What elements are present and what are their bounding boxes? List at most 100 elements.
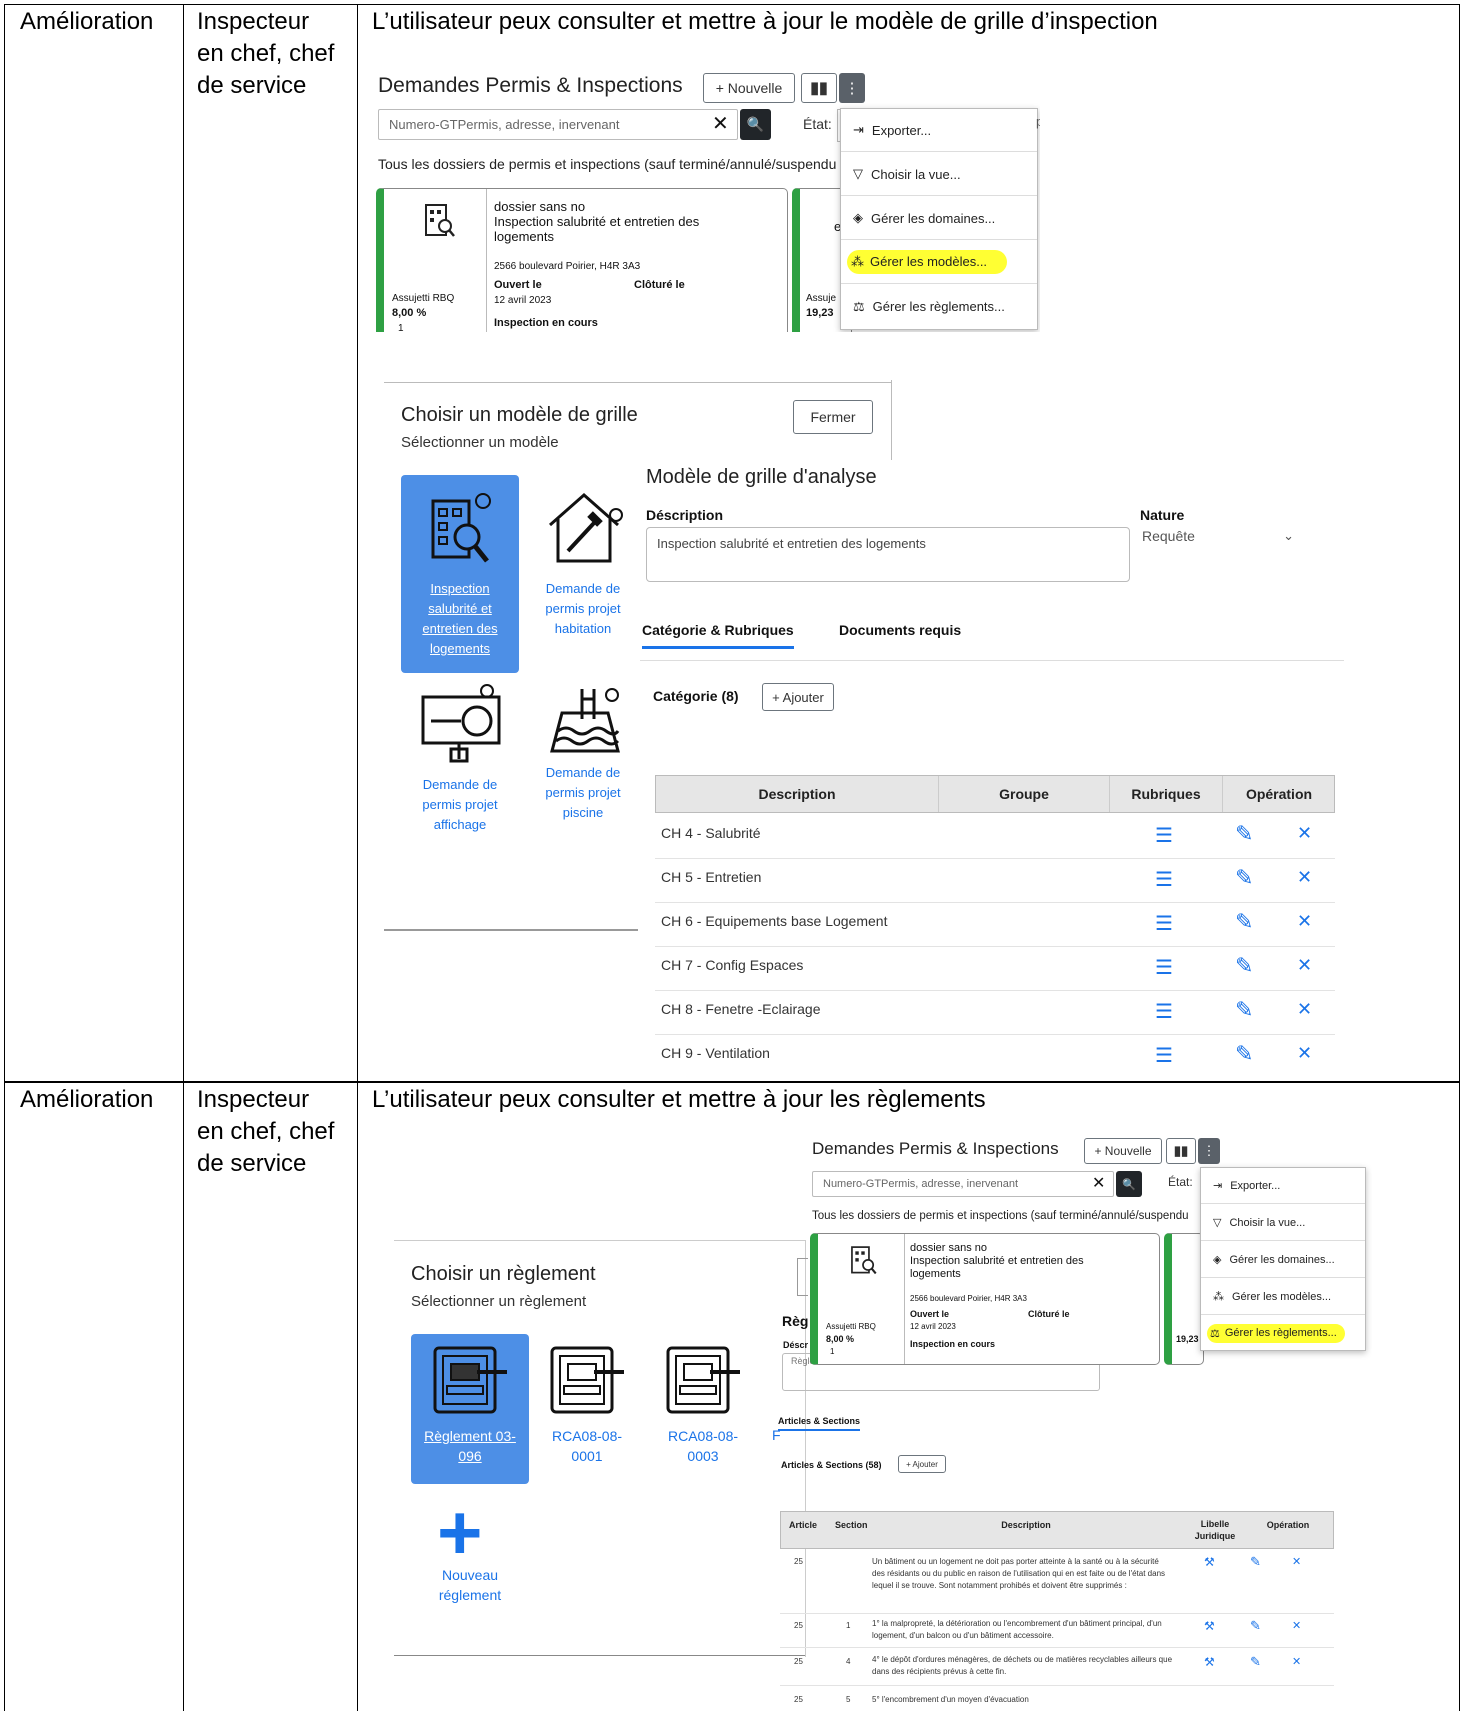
articles-table-header: Article Section Description Libelle Juri… xyxy=(780,1511,1334,1549)
menu-models[interactable]: ⁂ Gérer les modèles... xyxy=(1201,1279,1365,1315)
menu-models[interactable]: ⁂ Gérer les modèles... xyxy=(841,241,1037,284)
nature-select[interactable]: Requête ⌄ xyxy=(1142,528,1302,552)
list-icon[interactable]: ☰ xyxy=(1155,999,1173,1024)
menu-domains[interactable]: ◈ Gérer les domaines... xyxy=(841,197,1037,240)
menu-rules[interactable]: ⚖ Gérer les règlements... xyxy=(1201,1316,1365,1350)
add-article-button[interactable]: + Ajouter xyxy=(898,1455,946,1473)
edit-icon[interactable]: ✎ xyxy=(1235,909,1253,935)
delete-icon[interactable]: ✕ xyxy=(1297,955,1312,976)
model-tile-inspection[interactable]: Inspection salubrité et entretien des lo… xyxy=(401,475,519,673)
edit-icon[interactable]: ✎ xyxy=(1235,997,1253,1023)
export-icon: ⇥ xyxy=(853,122,864,137)
edit-icon[interactable]: ✎ xyxy=(1250,1655,1261,1668)
more-button[interactable]: ⋮ xyxy=(1198,1138,1220,1164)
gavel-icon[interactable]: ⚒ xyxy=(1204,1556,1215,1568)
tabs-divider xyxy=(640,660,1344,661)
model-tile-piscine[interactable]: Demande de permis projet piscine xyxy=(524,683,642,863)
row1-role-line: en chef, chef xyxy=(197,40,335,67)
row-text: 5° l'encombrement d'un moyen d'évacuatio… xyxy=(872,1695,1029,1704)
menu-export[interactable]: ⇥ Exporter... xyxy=(1201,1168,1365,1204)
delete-icon[interactable]: ✕ xyxy=(1297,867,1312,888)
edit-icon[interactable]: ✎ xyxy=(1250,1555,1261,1568)
reg-tile-03-096[interactable]: Règlement 03- 096 xyxy=(411,1334,529,1484)
row-text: 4° le dépôt d'ordures ménagères, de déch… xyxy=(872,1655,1173,1676)
delete-icon[interactable]: ✕ xyxy=(1292,1556,1301,1568)
row1-type: Amélioration xyxy=(20,8,154,35)
tile-label-line: permis projet xyxy=(422,797,498,812)
building-search-icon xyxy=(423,489,497,574)
tab-category[interactable]: Catégorie & Rubriques xyxy=(642,622,794,649)
card-address: 2566 boulevard Poirier, H4R 3A3 xyxy=(494,261,641,272)
delete-icon[interactable]: ✕ xyxy=(1297,823,1312,844)
screenshot-app-header-1: Demandes Permis & Inspections + Nouvelle… xyxy=(372,62,1040,332)
search-input[interactable]: Numero-GTPermis, adresse, inervenant xyxy=(378,109,738,140)
row-description: CH 8 - Fenetre -Eclairage xyxy=(661,1001,821,1017)
layers-icon: ◈ xyxy=(1213,1254,1222,1266)
map-button[interactable]: ▮▮ xyxy=(1166,1138,1196,1164)
menu-domains[interactable]: ◈ Gérer les domaines... xyxy=(1201,1242,1365,1278)
clear-search-icon[interactable]: ✕ xyxy=(712,109,729,140)
list-icon[interactable]: ☰ xyxy=(1155,955,1173,980)
edit-icon[interactable]: ✎ xyxy=(1235,865,1253,891)
list-icon[interactable]: ☰ xyxy=(1155,867,1173,892)
list-icon[interactable]: ☰ xyxy=(1155,1043,1173,1068)
house-hammer-icon xyxy=(546,489,624,574)
edit-icon[interactable]: ✎ xyxy=(1235,953,1253,979)
dossier-card-partial[interactable]: 19,23 xyxy=(1164,1233,1204,1365)
map-button[interactable]: ▮▮ xyxy=(801,73,837,103)
tab-articles[interactable]: Articles & Sections xyxy=(778,1416,861,1431)
list-icon[interactable]: ☰ xyxy=(1155,823,1173,848)
edit-icon[interactable]: ✎ xyxy=(1250,1619,1261,1632)
row2-description: L’utilisateur peux consulter et mettre à… xyxy=(372,1086,986,1113)
edit-icon[interactable]: ✎ xyxy=(1235,821,1253,847)
list-icon[interactable]: ☰ xyxy=(1155,911,1173,936)
gavel-book-icon xyxy=(431,1344,511,1425)
tile-label-line: habitation xyxy=(554,621,612,636)
clear-search-icon[interactable]: ✕ xyxy=(1092,1171,1105,1197)
reg-tile-rca-0001[interactable]: RCA08-08- 0001 xyxy=(534,1334,640,1484)
menu-rules-highlight: ⚖ Gérer les règlements... xyxy=(1207,1323,1345,1343)
row-section: 4 xyxy=(846,1657,851,1666)
dossier-card[interactable]: Assujetti RBQ 8,00 % 1 dossier sans no I… xyxy=(810,1233,1160,1365)
tab-documents[interactable]: Documents requis xyxy=(839,622,961,638)
menu-choose-view[interactable]: ▽ Choisir la vue... xyxy=(1201,1205,1365,1241)
category-table-header: Description Groupe Rubriques Opération xyxy=(655,775,1335,813)
gavel-icon[interactable]: ⚒ xyxy=(1204,1656,1215,1668)
menu-domains-label: Gérer les domaines... xyxy=(1229,1253,1335,1266)
gavel-icon: ⚖ xyxy=(853,298,865,314)
cubes-icon: ⁂ xyxy=(851,254,864,269)
new-button[interactable]: + Nouvelle xyxy=(1084,1138,1162,1164)
new-button[interactable]: + Nouvelle xyxy=(703,73,795,103)
search-button[interactable]: 🔍 xyxy=(1116,1171,1142,1197)
model-tile-habitation[interactable]: Demande de permis projet habitation xyxy=(524,475,642,655)
category-count: Catégorie (8) xyxy=(653,688,739,704)
add-category-button[interactable]: + Ajouter xyxy=(762,683,834,711)
reg-tile-rca-0003[interactable]: RCA08-08- 0003 xyxy=(650,1334,756,1484)
delete-icon[interactable]: ✕ xyxy=(1297,1043,1312,1064)
close-button[interactable]: Fermer xyxy=(793,400,873,434)
row1-roles: Inspecteur en chef, chef de service xyxy=(197,6,334,102)
menu-choose-view[interactable]: ▽ Choisir la vue... xyxy=(841,153,1037,196)
new-reg-button[interactable]: + Nouveau réglement xyxy=(411,1493,529,1619)
search-input[interactable]: Numero-GTPermis, adresse, inervenant xyxy=(812,1171,1114,1197)
edit-icon[interactable]: ✎ xyxy=(1235,1041,1253,1067)
row2-role-line: en chef, chef xyxy=(197,1118,335,1145)
dossier-card[interactable]: Assujetti RBQ 8,00 % 1 dossier sans no I… xyxy=(376,188,788,332)
delete-icon[interactable]: ✕ xyxy=(1297,911,1312,932)
more-button[interactable]: ⋮ xyxy=(839,73,865,103)
model-tile-affichage[interactable]: Demande de permis projet affichage xyxy=(401,683,519,863)
card-closed-label: Clôturé le xyxy=(1028,1309,1070,1319)
search-button[interactable]: 🔍 xyxy=(740,109,771,140)
menu-export[interactable]: ⇥ Exporter... xyxy=(841,109,1037,152)
menu-models-label: Gérer les modèles... xyxy=(1232,1290,1332,1303)
card-rbq-value: 8,00 % xyxy=(826,1334,855,1344)
table-row: CH 8 - Fenetre -Eclairage ☰ ✎ ✕ xyxy=(655,991,1335,1035)
tile-label-line: Inspection xyxy=(430,581,490,596)
row-section: 5 xyxy=(846,1695,851,1704)
delete-icon[interactable]: ✕ xyxy=(1292,1620,1301,1632)
delete-icon[interactable]: ✕ xyxy=(1292,1656,1301,1668)
gavel-icon[interactable]: ⚒ xyxy=(1204,1620,1215,1632)
delete-icon[interactable]: ✕ xyxy=(1297,999,1312,1020)
menu-rules[interactable]: ⚖ Gérer les règlements... xyxy=(841,285,1037,328)
description-textarea[interactable]: Inspection salubrité et entretien des lo… xyxy=(646,527,1130,582)
